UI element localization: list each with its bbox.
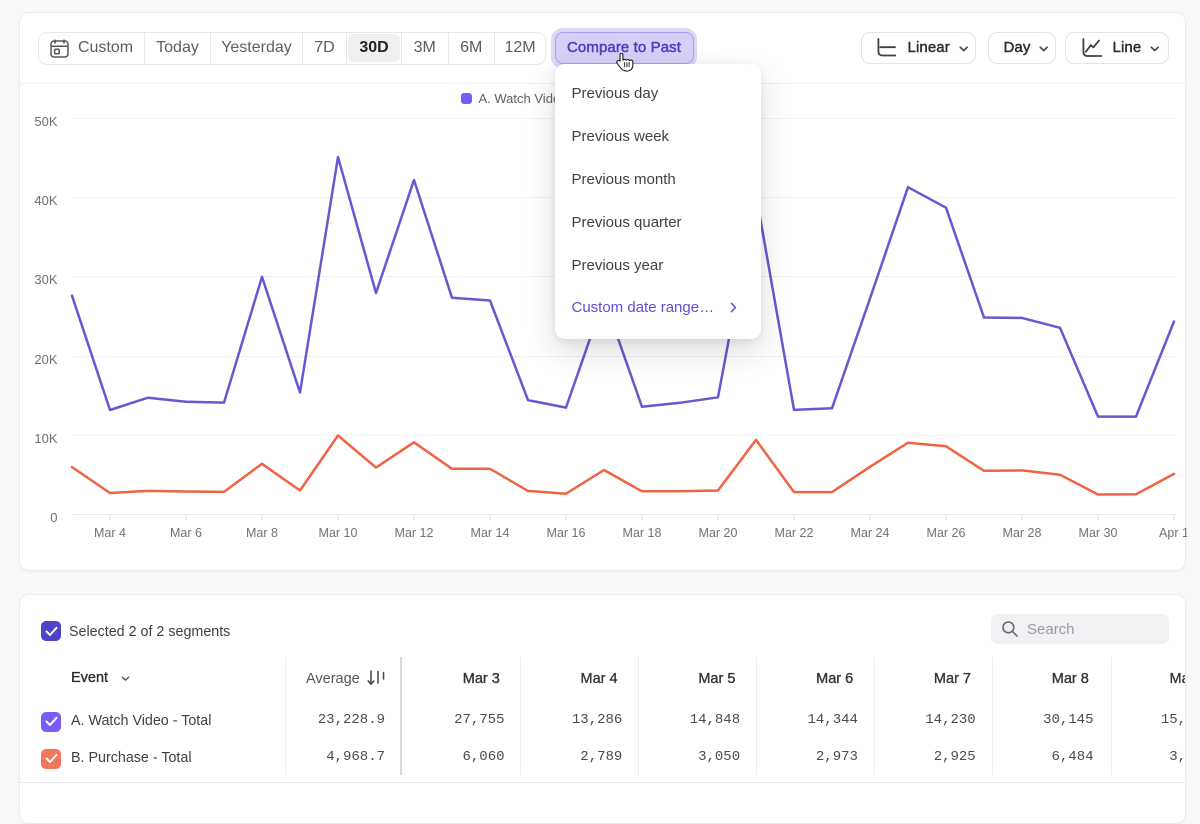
svg-text:Apr 1: Apr 1 [1159,526,1187,540]
svg-text:Mar 4: Mar 4 [94,526,126,540]
svg-text:Mar 8: Mar 8 [246,526,278,540]
svg-text:30K: 30K [34,272,57,287]
svg-text:40K: 40K [34,193,57,208]
svg-text:Mar 6: Mar 6 [170,526,202,540]
svg-text:50K: 50K [34,114,57,129]
svg-text:20K: 20K [34,352,57,367]
svg-text:10K: 10K [34,431,57,446]
svg-text:Mar 24: Mar 24 [851,526,890,540]
svg-text:Mar 12: Mar 12 [395,526,434,540]
svg-text:Mar 16: Mar 16 [547,526,586,540]
svg-text:Mar 28: Mar 28 [1003,526,1042,540]
svg-text:0: 0 [50,510,57,525]
svg-text:Mar 22: Mar 22 [775,526,814,540]
svg-text:Mar 20: Mar 20 [699,526,738,540]
svg-text:Mar 30: Mar 30 [1079,526,1118,540]
svg-text:Mar 10: Mar 10 [319,526,358,540]
svg-text:Mar 14: Mar 14 [471,526,510,540]
svg-text:Mar 26: Mar 26 [927,526,966,540]
svg-text:Mar 18: Mar 18 [623,526,662,540]
